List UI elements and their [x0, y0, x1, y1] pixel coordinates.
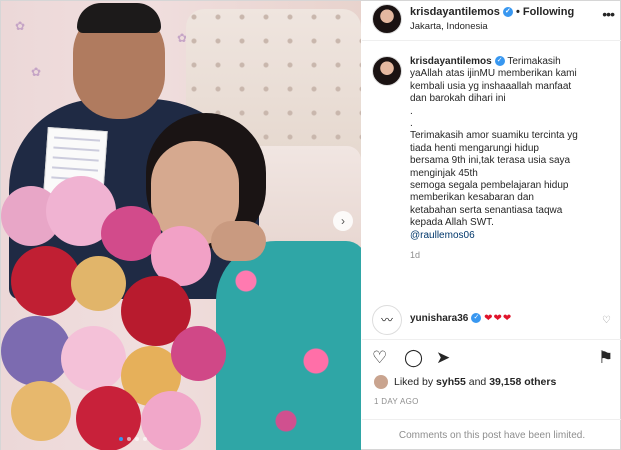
bookmark-icon[interactable]: ⚑: [598, 348, 613, 368]
header-user-line: krisdayantilemos ✓ • Following: [410, 6, 574, 18]
post-frame: ✿ ✿ ✿ › krisdayantilemos ✓ • Following J…: [0, 0, 621, 450]
likes-middle: and: [468, 376, 487, 388]
caption-timestamp[interactable]: 1d: [410, 250, 617, 260]
location-link[interactable]: Jakarta, Indonesia: [410, 21, 488, 32]
caption-line: kembali usia yg inshaaallah manfaat: [410, 80, 572, 92]
caption-username[interactable]: krisdayantilemos: [410, 56, 492, 67]
caption-text: krisdayantilemos ✓ Terimakasih yaAllah at…: [410, 56, 617, 242]
heart-icon[interactable]: ♡: [372, 348, 387, 368]
caption-line: tiada henti mengarungi hidup: [410, 142, 539, 154]
username-link[interactable]: krisdayantilemos: [410, 6, 500, 18]
caption-line: Terimakasih amor suamiku tercinta yg: [410, 130, 578, 142]
caption-line: ketabahan serta senantiasa taqwa: [410, 204, 563, 216]
comment-like-icon[interactable]: ♡: [602, 315, 611, 326]
caption: krisdayantilemos ✓ Terimakasih yaAllah at…: [372, 56, 617, 260]
separator: •: [515, 6, 520, 18]
comment-hearts: ❤❤❤: [484, 313, 513, 324]
avatar[interactable]: [372, 4, 402, 34]
carousel-dot: [119, 437, 123, 441]
commenter-username[interactable]: yunishara36: [410, 313, 468, 324]
post-side-panel: krisdayantilemos ✓ • Following Jakarta, I…: [362, 1, 621, 450]
caption-line: Terimakasih: [507, 56, 561, 67]
post-header: krisdayantilemos ✓ • Following Jakarta, I…: [362, 1, 621, 41]
caption-line: menginjak 45th: [410, 167, 478, 179]
comment-text: yunishara36 ✓ ❤❤❤: [410, 313, 512, 324]
action-bar: ♡ ◯ ➤ ⚑: [362, 339, 621, 377]
caption-line: .: [410, 118, 413, 130]
liker-avatar: [374, 375, 388, 389]
post-timestamp: 1 DAY AGO: [374, 397, 419, 406]
woman-dress: [216, 241, 361, 450]
caption-line: semoga segala pembelajaran hidup: [410, 180, 569, 192]
verified-icon: ✓: [471, 313, 482, 324]
following-button[interactable]: Following: [523, 6, 574, 18]
caption-line: yaAllah atas ijinMU memberikan kami: [410, 68, 577, 80]
verified-icon: ✓: [494, 56, 505, 67]
share-icon[interactable]: ➤: [436, 348, 450, 368]
caption-line: kepada Allah SWT.: [410, 217, 494, 229]
carousel-next-button[interactable]: ›: [333, 211, 353, 231]
man-hair: [77, 3, 161, 33]
carousel-dot: [143, 437, 147, 441]
commenter-avatar[interactable]: 〰: [372, 305, 402, 335]
comment-icon[interactable]: ◯: [404, 348, 423, 368]
caption-line: dan barokah dihari ini: [410, 93, 506, 105]
liker-username[interactable]: syh55: [436, 376, 466, 388]
comments-limited-notice: Comments on this post have been limited.: [362, 419, 621, 450]
likes-count[interactable]: 39,158 others: [489, 376, 556, 388]
more-options-icon[interactable]: •••: [602, 6, 615, 22]
mention-link[interactable]: @raullemos06: [410, 230, 617, 242]
comment-row: 〰 yunishara36 ✓ ❤❤❤ ♡: [372, 305, 617, 335]
caption-line: bersama 9th ini,tak terasa usia saya: [410, 155, 571, 167]
caption-line: .: [410, 105, 413, 117]
butterfly-decoration: ✿: [31, 65, 42, 79]
likes-summary: Liked by syh55 and 39,158 others: [374, 375, 556, 389]
avatar[interactable]: [372, 56, 402, 86]
caption-line: memberikan kesabaran dan: [410, 192, 534, 204]
post-photo[interactable]: ✿ ✿ ✿ ›: [1, 1, 361, 450]
likes-prefix: Liked by: [394, 376, 434, 388]
carousel-indicator: [119, 437, 147, 441]
flower-bouquet: [1, 176, 226, 450]
carousel-dot: [135, 437, 139, 441]
butterfly-decoration: ✿: [15, 19, 26, 33]
verified-icon: ✓: [502, 7, 513, 18]
carousel-dot: [127, 437, 131, 441]
